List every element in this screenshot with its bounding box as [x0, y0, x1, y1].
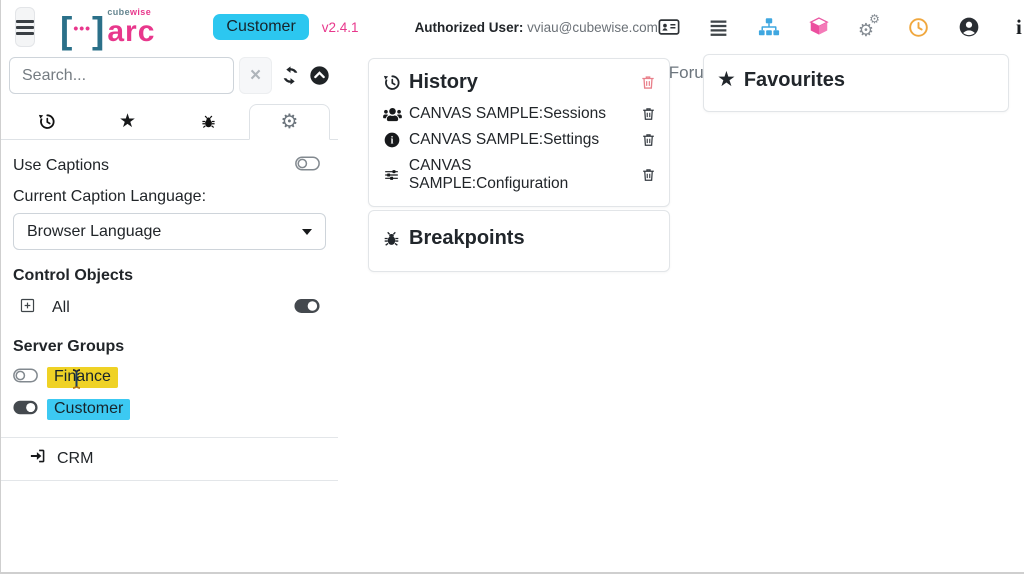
header-toolbar: ⚙⚙ i: [658, 16, 1024, 38]
history-card-header: History: [382, 71, 656, 94]
delete-history-item-icon[interactable]: [641, 132, 656, 148]
server-group-finance[interactable]: Finance: [47, 367, 118, 388]
settings-panel: Use Captions Current Caption Language: B…: [1, 140, 338, 481]
tab-breakpoints[interactable]: [168, 104, 249, 139]
info-circle-icon: i: [382, 132, 402, 148]
favourites-card-header: ★ Favourites: [717, 69, 995, 92]
delete-history-item-icon[interactable]: [641, 167, 656, 183]
server-group-customer[interactable]: Customer: [47, 399, 130, 420]
control-objects-all-row: All: [13, 297, 326, 319]
server-groups-header: Server Groups: [13, 338, 326, 356]
authorized-user: Authorized User: vviau@cubewise.com: [415, 20, 658, 35]
environment-badge[interactable]: Customer: [213, 14, 308, 40]
list-icon[interactable]: [708, 16, 730, 38]
breakpoints-card: Breakpoints: [368, 210, 670, 272]
history-list: CANVAS SAMPLE:Sessions i CANVAS SAMPLE:S…: [382, 105, 656, 193]
sign-in-icon: [29, 447, 47, 470]
caption-language-label: Current Caption Language:: [13, 188, 326, 206]
history-item-label[interactable]: CANVAS SAMPLE:Settings: [409, 131, 599, 149]
breakpoints-title: Breakpoints: [409, 227, 525, 250]
users-icon: [382, 107, 402, 122]
history-item: i CANVAS SAMPLE:Settings: [382, 131, 656, 149]
bug-icon: [200, 113, 217, 130]
version-label: v2.4.1: [322, 20, 359, 35]
history-item-label[interactable]: CANVAS SAMPLE:Sessions: [409, 105, 606, 123]
breakpoints-card-header: Breakpoints: [382, 227, 656, 250]
caption-language-select[interactable]: Browser Language: [13, 213, 326, 250]
finance-toggle-off-icon[interactable]: [13, 368, 38, 388]
history-card: History CANVAS SAMPLE:Sessions: [368, 58, 670, 207]
use-captions-row: Use Captions: [13, 156, 326, 176]
server-group-row-customer: Customer: [13, 399, 326, 420]
all-toggle-on-icon[interactable]: [294, 298, 320, 319]
cube-icon[interactable]: [808, 16, 830, 38]
search-row: ×: [1, 54, 338, 104]
app-window: [ ••• ] cubewise arc Customer v2.4.1 Aut…: [0, 0, 1024, 574]
server-group-row-finance: Finance: [13, 367, 326, 388]
history-item-label[interactable]: CANVAS SAMPLE:Configuration: [409, 157, 634, 193]
tab-history[interactable]: [6, 104, 87, 139]
address-card-icon[interactable]: [658, 16, 680, 38]
history-item: CANVAS SAMPLE:Sessions: [382, 105, 656, 123]
bug-icon: [382, 229, 401, 248]
info-icon[interactable]: i: [1008, 16, 1024, 38]
clock-icon[interactable]: [908, 16, 930, 38]
sitemap-icon[interactable]: [758, 16, 780, 38]
cogs-icon[interactable]: ⚙⚙: [858, 16, 880, 38]
sliders-icon: [382, 167, 402, 183]
search-input[interactable]: [9, 57, 234, 94]
plus-square-icon[interactable]: [19, 297, 36, 319]
control-objects-header: Control Objects: [13, 267, 326, 285]
logo-brackets: [ ••• ]: [60, 15, 104, 46]
star-icon: ★: [119, 110, 136, 133]
customer-toggle-on-icon[interactable]: [13, 400, 38, 420]
svg-text:i: i: [391, 136, 394, 147]
hamburger-icon: [16, 20, 34, 23]
crm-label: CRM: [57, 450, 93, 468]
all-label: All: [52, 299, 70, 317]
caret-down-icon: [302, 229, 312, 235]
menu-toggle-button[interactable]: [15, 7, 35, 47]
favourites-card: ★ Favourites: [703, 54, 1009, 112]
history-title: History: [409, 71, 478, 94]
tab-favourites[interactable]: ★: [87, 104, 168, 139]
server-item-crm[interactable]: CRM: [1, 438, 338, 481]
history-icon: [382, 73, 401, 92]
use-captions-toggle-off-icon[interactable]: [295, 156, 320, 176]
star-icon: ★: [717, 69, 736, 90]
favourites-title: Favourites: [744, 69, 845, 92]
chevron-circle-up-icon[interactable]: [309, 65, 330, 86]
clear-search-button[interactable]: ×: [239, 57, 272, 94]
arc-logo: [ ••• ] cubewise arc: [60, 8, 155, 47]
use-captions-label: Use Captions: [13, 157, 109, 175]
user-circle-icon[interactable]: [958, 16, 980, 38]
logo-arc: arc: [107, 17, 155, 47]
gear-icon: ⚙: [281, 112, 299, 132]
refresh-icon[interactable]: [280, 65, 301, 86]
sidebar-tabs: ★ ⚙: [1, 104, 338, 140]
sidebar: ×: [1, 54, 338, 572]
top-header: [ ••• ] cubewise arc Customer v2.4.1 Aut…: [1, 0, 1024, 54]
history-item: CANVAS SAMPLE:Configuration: [382, 157, 656, 193]
delete-history-item-icon[interactable]: [641, 106, 656, 122]
clear-history-trash-icon[interactable]: [640, 74, 656, 91]
tab-settings[interactable]: ⚙: [249, 104, 330, 140]
main-area: Forum i Help ? Support: [338, 54, 1024, 572]
